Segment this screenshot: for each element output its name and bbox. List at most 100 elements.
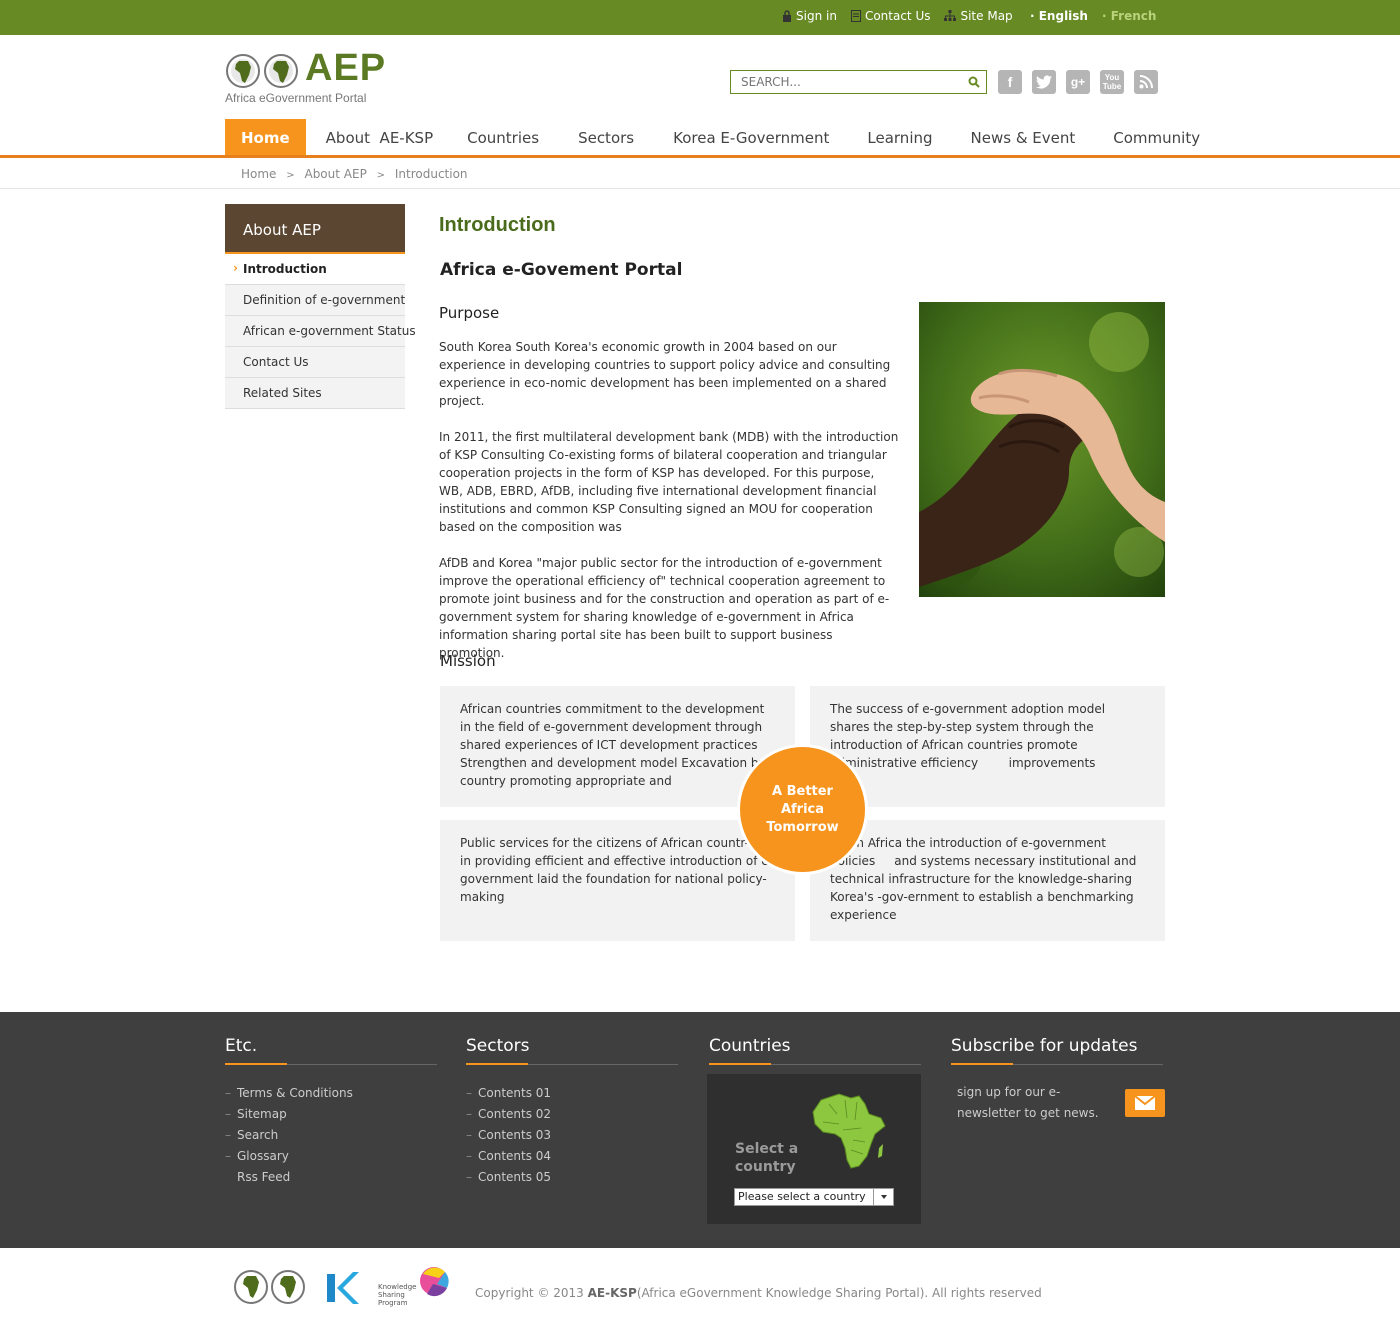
lang-english[interactable]: · English xyxy=(1030,9,1088,23)
mission-heading: Mission xyxy=(440,652,496,670)
bottom-bar: Knowledge Sharing Program Copyright © 20… xyxy=(0,1248,1400,1332)
purpose-paragraph: In 2011, the first multilateral developm… xyxy=(439,430,899,534)
footer-countries-title: Countries xyxy=(709,1036,921,1065)
purpose-paragraph: AfDB and Korea "major public sector for … xyxy=(439,556,890,660)
nav-sectors[interactable]: Sectors xyxy=(558,119,654,155)
footer-link-rss[interactable]: Rss Feed xyxy=(237,1170,290,1184)
lang-french[interactable]: · French xyxy=(1102,9,1156,23)
breadcrumb-home[interactable]: Home xyxy=(241,167,276,181)
google-plus-icon[interactable]: g+ xyxy=(1066,70,1090,94)
contact-us-label: Contact Us xyxy=(864,9,931,23)
search-icon[interactable] xyxy=(968,76,980,88)
footer-link-sitemap[interactable]: Sitemap xyxy=(237,1107,287,1121)
breadcrumb-sep: > xyxy=(286,170,295,181)
site-map-label: Site Map xyxy=(960,9,1013,23)
sidebar: About AEP Introduction Definition of e-g… xyxy=(225,204,416,409)
nav-korea-e-government[interactable]: Korea E-Government xyxy=(654,119,848,155)
africa-map-icon xyxy=(812,1093,886,1169)
footer-etc-title: Etc. xyxy=(225,1036,437,1065)
sidebar-item-introduction[interactable]: Introduction xyxy=(225,253,405,285)
brand-name: AEP xyxy=(305,47,387,89)
afdb-logo xyxy=(234,1270,305,1304)
purpose-text: South Korea South Korea's economic growt… xyxy=(439,338,901,680)
sign-in-label: Sign in xyxy=(796,9,837,23)
subscribe-text: sign up for our e-newsletter to get news… xyxy=(957,1085,1099,1120)
copyright-brand: AE-KSP xyxy=(587,1286,637,1300)
handshake-photo xyxy=(919,302,1165,597)
social-links: f g+ You Tube xyxy=(998,70,1158,94)
subscribe-mail-button[interactable] xyxy=(1125,1089,1165,1117)
twitter-icon[interactable] xyxy=(1032,70,1056,94)
chevron-down-icon xyxy=(873,1189,893,1205)
footer-link-glossary[interactable]: Glossary xyxy=(237,1149,289,1163)
sitemap-icon xyxy=(944,10,957,21)
mission-box: Public services for the citizens of Afri… xyxy=(440,820,795,941)
lock-icon xyxy=(783,10,791,22)
afdb-globes-icon xyxy=(226,54,298,88)
rss-icon[interactable] xyxy=(1134,70,1158,94)
sidebar-title: About AEP xyxy=(225,204,405,254)
nav-learning[interactable]: Learning xyxy=(848,119,951,155)
footer-link-contents[interactable]: Contents 03 xyxy=(478,1128,551,1142)
footer-subscribe-title: Subscribe for updates xyxy=(951,1036,1163,1065)
brand-subtitle: Africa eGovernment Portal xyxy=(225,91,367,105)
nav-community[interactable]: Community xyxy=(1094,119,1200,155)
mission-box: In Africa the introduction of e-governme… xyxy=(810,820,1165,941)
envelope-icon xyxy=(1134,1095,1156,1110)
mission-text: The success of e-government adoption mod… xyxy=(830,702,1109,770)
copyright-prefix: Copyright © 2013 xyxy=(475,1286,588,1300)
breadcrumb-about[interactable]: About AEP xyxy=(304,167,366,181)
nav-about-ae-ksp[interactable]: About AE-KSP xyxy=(311,119,448,155)
nav-news-event[interactable]: News & Event xyxy=(952,119,1095,155)
search-input[interactable] xyxy=(731,71,956,93)
footer-link-terms[interactable]: Terms & Conditions xyxy=(237,1086,353,1100)
ksp-logo-icon xyxy=(420,1267,449,1297)
page-subtitle: Africa e-Govement Portal xyxy=(440,260,683,280)
footer: Etc. Terms & Conditions Sitemap Search G… xyxy=(0,1012,1400,1248)
facebook-icon[interactable]: f xyxy=(998,70,1022,94)
footer-link-contents[interactable]: Contents 01 xyxy=(478,1086,551,1100)
sidebar-item-related[interactable]: Related Sites xyxy=(225,378,405,409)
document-icon xyxy=(850,10,861,22)
search-box xyxy=(730,70,987,94)
footer-sectors-title: Sectors xyxy=(466,1036,678,1065)
nav-countries[interactable]: Countries xyxy=(448,119,558,155)
sign-in-link[interactable]: Sign in xyxy=(782,9,837,23)
footer-link-contents[interactable]: Contents 02 xyxy=(478,1107,551,1121)
footer-link-contents[interactable]: Contents 05 xyxy=(478,1170,551,1184)
header: AEP Africa eGovernment Portal f g+ YouTu… xyxy=(0,35,1400,155)
copyright: Copyright © 2013 AE-KSP(Africa eGovernme… xyxy=(475,1286,1042,1300)
breadcrumb: Home > About AEP > Introduction xyxy=(0,158,1400,189)
footer-link-search[interactable]: Search xyxy=(237,1128,278,1142)
utility-links: Sign in Contact Us Site Map xyxy=(782,9,1027,23)
purpose-paragraph: South Korea South Korea's economic growt… xyxy=(439,340,891,408)
breadcrumb-current: Introduction xyxy=(394,167,468,181)
youtube-icon[interactable]: You Tube xyxy=(1100,70,1124,94)
nav-home[interactable]: Home xyxy=(225,119,306,155)
contact-us-link[interactable]: Contact Us xyxy=(850,9,931,23)
footer-etc: Etc. Terms & Conditions Sitemap Search G… xyxy=(225,1036,437,1188)
footer-countries: Countries xyxy=(709,1036,921,1065)
site-map-link[interactable]: Site Map xyxy=(944,9,1013,23)
main-nav: Home About AE-KSP Countries Sectors Kore… xyxy=(225,119,1200,155)
purpose-heading: Purpose xyxy=(439,304,500,322)
korea-k-logo xyxy=(327,1272,359,1304)
top-bar: Sign in Contact Us Site Map · English · … xyxy=(0,0,1400,35)
mission-text: Public services for the citizens of Afri… xyxy=(460,836,773,904)
sidebar-item-contact[interactable]: Contact Us xyxy=(225,347,405,378)
country-selector-box: Select a country Please select a country xyxy=(707,1074,921,1224)
footer-link-contents[interactable]: Contents 04 xyxy=(478,1149,551,1163)
mission-text: In Africa the introduction of e-governme… xyxy=(830,836,1137,922)
ksp-logo-text: Knowledge Sharing Program xyxy=(378,1283,417,1307)
site-logo[interactable]: AEP Africa eGovernment Portal xyxy=(225,47,395,110)
breadcrumb-sep: > xyxy=(376,170,386,181)
mission-text: African countries commitment to the deve… xyxy=(460,702,766,788)
sidebar-item-definition[interactable]: Definition of e-government xyxy=(225,285,405,316)
footer-subscribe: Subscribe for updates xyxy=(951,1036,1163,1065)
copyright-suffix: (Africa eGovernment Knowledge Sharing Po… xyxy=(636,1286,1042,1300)
sidebar-item-status[interactable]: African e-government Status xyxy=(225,316,416,347)
select-country-label: Select a country xyxy=(735,1141,799,1175)
circle-text: A Better Africa Tomorrow xyxy=(766,783,839,835)
country-select[interactable]: Please select a country xyxy=(734,1188,894,1206)
mission-circle-badge: A Better Africa Tomorrow xyxy=(737,744,868,875)
